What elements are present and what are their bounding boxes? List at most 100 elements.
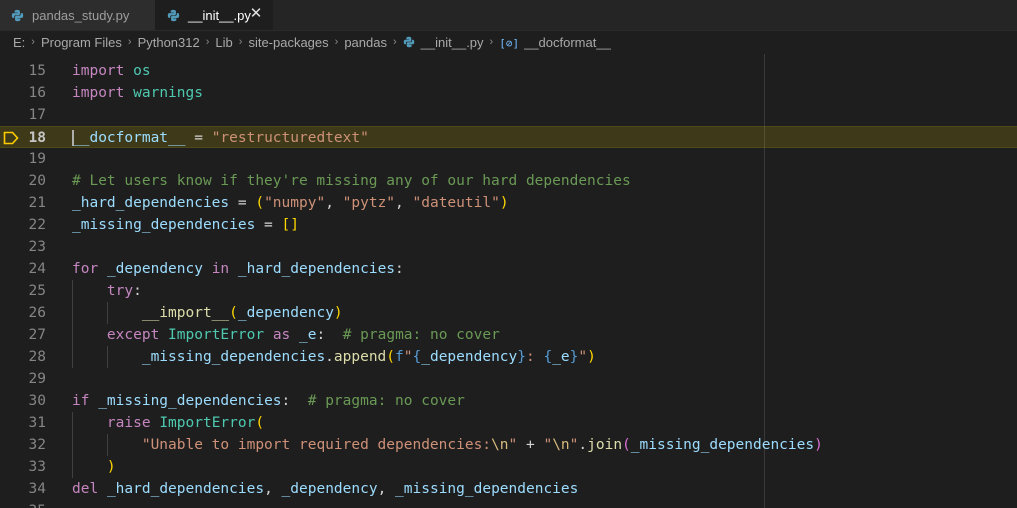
code-token: import xyxy=(72,63,125,79)
code-token: try xyxy=(106,283,134,299)
code-token: ) xyxy=(106,459,116,475)
chevron-right-icon: › xyxy=(31,36,35,48)
code-line-current[interactable]: 18 __docformat__ = "restructuredtext" xyxy=(0,126,1017,148)
code-text: _missing_dependencies = [] xyxy=(72,214,299,236)
code-line[interactable]: 28 _missing_dependencies.append(f"{_depe… xyxy=(0,346,1017,368)
code-token: _dependency xyxy=(237,305,334,321)
code-token: : xyxy=(526,349,544,365)
code-line[interactable]: 22 _missing_dependencies = [] xyxy=(0,214,1017,236)
code-token: _hard_dependencies xyxy=(72,195,230,211)
code-editor[interactable]: 15 import os 16 import warnings 17 18 __docfor… xyxy=(0,54,1017,508)
code-token: __docformat__ xyxy=(72,130,186,146)
code-line[interactable]: 34 del _hard_dependencies, _dependency, _… xyxy=(0,478,1017,500)
line-number: 30 xyxy=(28,393,46,409)
code-token: _missing_dependencies xyxy=(395,481,579,497)
code-token: ImportError xyxy=(168,327,265,343)
code-token: ) xyxy=(587,349,596,365)
code-token: "numpy" xyxy=(264,195,326,211)
tab-pandas-study[interactable]: pandas_study.py xyxy=(0,0,155,30)
code-token: . xyxy=(325,349,334,365)
code-token: ImportError xyxy=(159,415,256,431)
code-token: " xyxy=(578,349,588,365)
breadcrumb-item-program-files[interactable]: Program Files xyxy=(39,35,124,50)
code-token: os xyxy=(133,63,151,79)
code-token: _hard_dependencies xyxy=(237,261,396,277)
code-line[interactable]: 27 except ImportError as _e: # pragma: n… xyxy=(0,324,1017,346)
code-token: _missing_dependencies xyxy=(141,349,326,365)
tab-label: pandas_study.py xyxy=(32,7,130,23)
code-token: del xyxy=(72,481,99,497)
code-line[interactable]: 24 for _dependency in _hard_dependencies: xyxy=(0,258,1017,280)
code-line[interactable]: 35 xyxy=(0,500,1017,508)
code-line[interactable]: 20 # Let users know if they're missing an… xyxy=(0,170,1017,192)
breadcrumb-item-site-packages[interactable]: site-packages xyxy=(246,35,330,50)
code-token: _hard_dependencies xyxy=(106,481,265,497)
code-line[interactable]: 19 xyxy=(0,148,1017,170)
code-line[interactable]: 25 try: xyxy=(0,280,1017,302)
breadcrumb-item-drive[interactable]: E: xyxy=(0,35,27,50)
tab-init-py[interactable]: __init__.py ✕ xyxy=(155,0,273,30)
code-line[interactable]: 21 _hard_dependencies = ("numpy", "pytz",… xyxy=(0,192,1017,214)
code-line[interactable]: 30 if _missing_dependencies: # pragma: no… xyxy=(0,390,1017,412)
code-token: { xyxy=(543,349,553,365)
code-token: as xyxy=(272,327,291,343)
code-token: = xyxy=(185,130,212,146)
code-token: f xyxy=(395,349,404,365)
code-line[interactable]: 33 ) xyxy=(0,456,1017,478)
code-text: except ImportError as _e: # pragma: no c… xyxy=(72,324,500,346)
code-line[interactable]: 29 xyxy=(0,368,1017,390)
code-token: , xyxy=(395,195,413,211)
chevron-right-icon: › xyxy=(238,36,243,48)
code-token: "pytz" xyxy=(342,195,396,211)
breadcrumb-item-init-py[interactable]: __init__.py xyxy=(401,35,486,50)
code-token: # pragma: no cover xyxy=(307,393,465,409)
close-icon[interactable]: ✕ xyxy=(247,5,265,23)
breadcrumb-label: __init__.py xyxy=(420,34,484,50)
code-text: __docformat__ = "restructuredtext" xyxy=(72,127,369,149)
code-token: raise xyxy=(106,415,151,431)
code-line[interactable]: 23 xyxy=(0,236,1017,258)
code-line[interactable]: 31 raise ImportError( xyxy=(0,412,1017,434)
code-token: \n xyxy=(491,437,509,453)
line-number: 28 xyxy=(28,349,46,365)
code-token: [] xyxy=(281,217,299,233)
line-number: 27 xyxy=(28,327,46,343)
code-token: , xyxy=(377,481,396,497)
debug-stackframe-arrow-icon[interactable] xyxy=(3,131,19,145)
breadcrumb-item-python312[interactable]: Python312 xyxy=(136,35,202,50)
code-line[interactable]: 26 __import__(_dependency) xyxy=(0,302,1017,324)
line-number: 20 xyxy=(28,173,46,189)
code-text: "Unable to import required dependencies:… xyxy=(72,434,823,456)
code-token: . xyxy=(578,437,588,453)
code-line[interactable]: 16 import warnings xyxy=(0,82,1017,104)
tab-bar: pandas_study.py __init__.py ✕ xyxy=(0,0,1017,31)
breadcrumb-item-docformat[interactable]: [⊘] __docformat__ xyxy=(497,35,613,50)
variable-symbol-icon: [⊘] xyxy=(499,36,520,50)
code-line[interactable]: 15 import os xyxy=(0,60,1017,82)
code-token: ( xyxy=(255,415,265,431)
line-number: 26 xyxy=(28,305,46,321)
code-token: warnings xyxy=(133,85,203,101)
code-text: import os xyxy=(72,60,151,82)
code-token: : xyxy=(281,393,308,409)
breadcrumb-item-pandas[interactable]: pandas xyxy=(342,35,389,50)
tab-label: __init__.py xyxy=(188,7,251,23)
line-number: 34 xyxy=(28,481,46,497)
code-line[interactable]: 32 "Unable to import required dependenci… xyxy=(0,434,1017,456)
code-token: { xyxy=(412,349,422,365)
breadcrumb-item-lib[interactable]: Lib xyxy=(213,35,234,50)
code-line[interactable]: 17 xyxy=(0,104,1017,126)
code-token: ) xyxy=(499,195,509,211)
code-token: in xyxy=(211,261,230,277)
line-number: 19 xyxy=(28,151,46,167)
code-text: if _missing_dependencies: # pragma: no c… xyxy=(72,390,465,412)
code-token: __import__ xyxy=(141,305,230,321)
